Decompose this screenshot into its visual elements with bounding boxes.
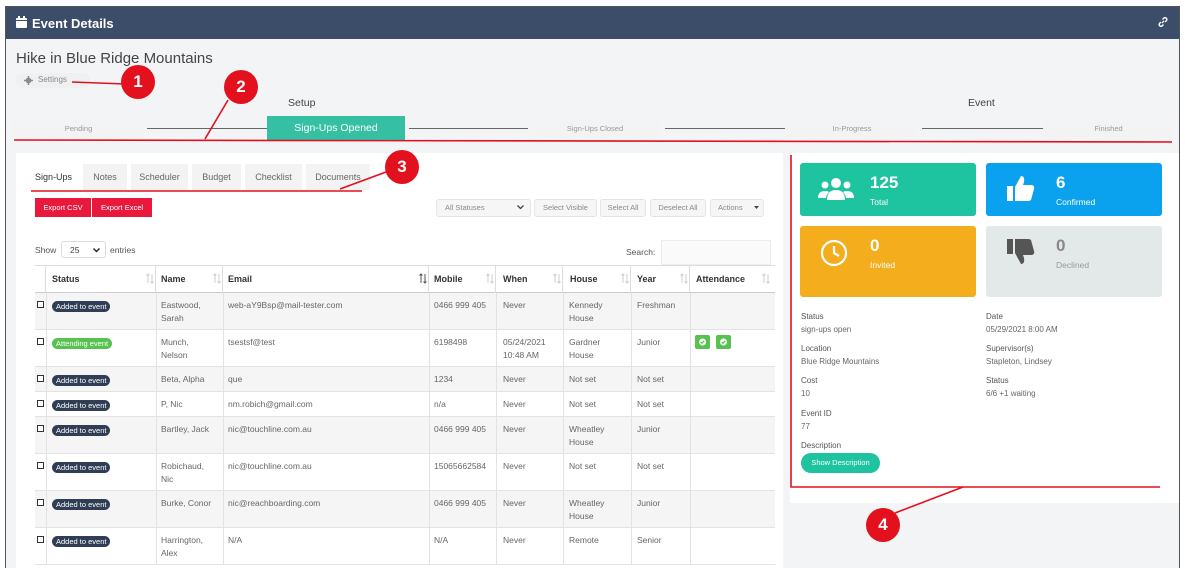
annotation-overlay <box>13 81 1173 514</box>
callout-3-pointer <box>339 171 387 190</box>
summary-bracket <box>790 155 1160 488</box>
callout-badge-1: 1 <box>121 65 155 99</box>
callout-badge-4: 4 <box>866 508 900 542</box>
callout-badge-3: 3 <box>385 150 419 184</box>
callout-1-pointer <box>71 81 126 85</box>
callout-2-pointer <box>204 99 229 140</box>
callout-4-pointer <box>894 486 964 514</box>
stages-underline <box>13 139 1173 143</box>
callout-badge-2: 2 <box>224 70 258 104</box>
